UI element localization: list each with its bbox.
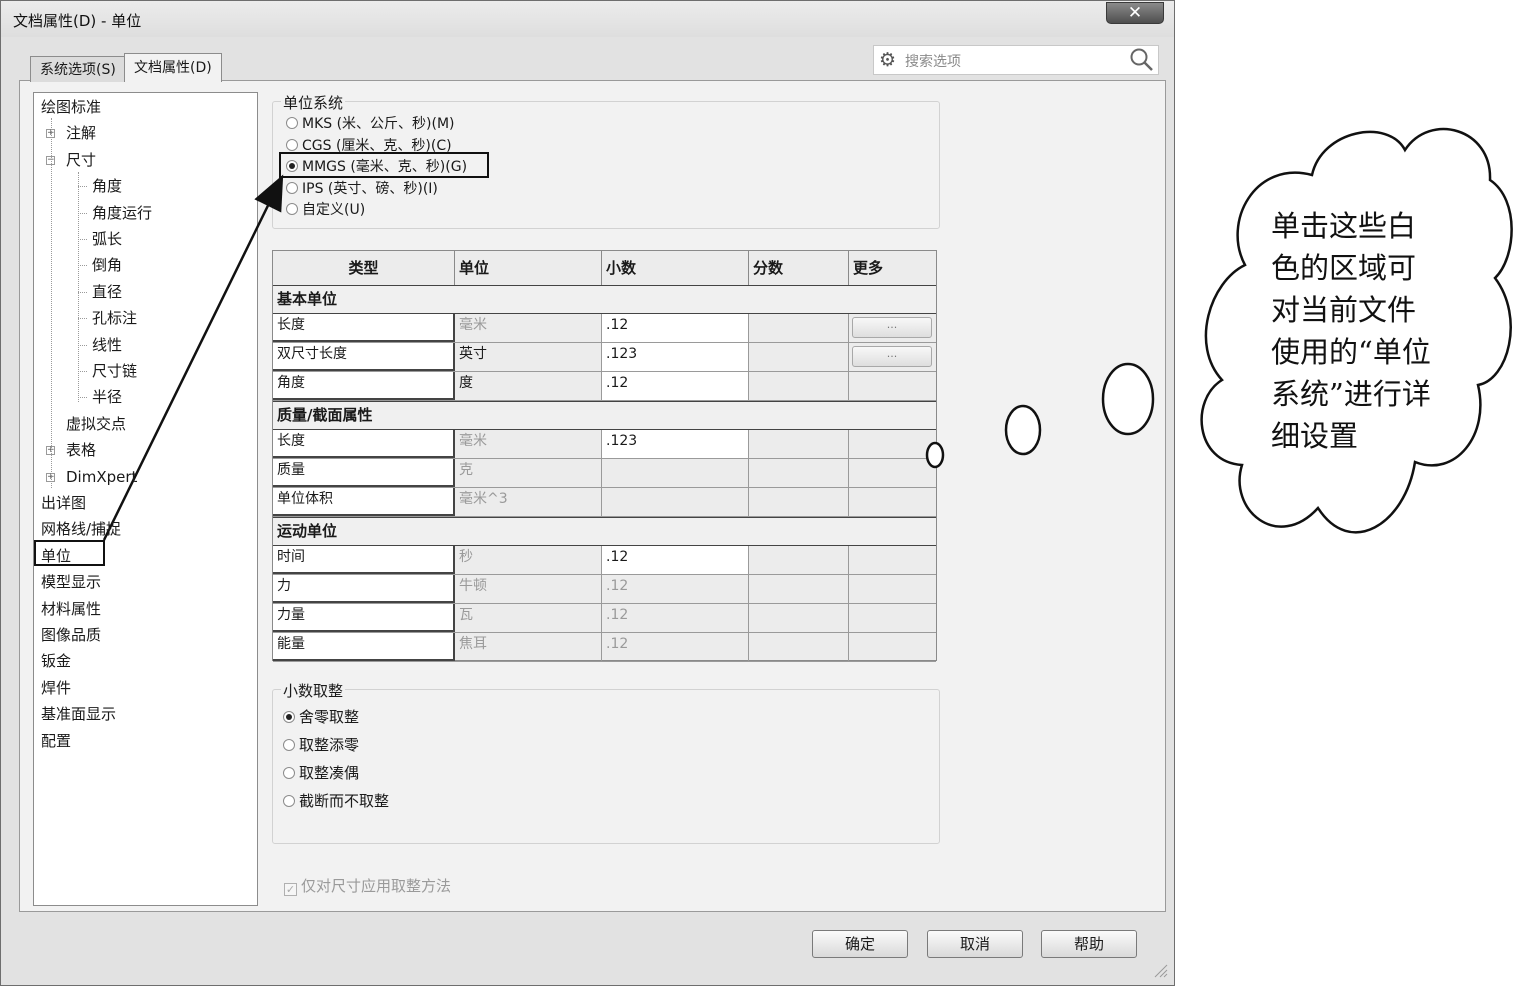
- radio-label: CGS (厘米、克、秒)(C): [302, 137, 452, 154]
- tree-item[interactable]: 孔标注: [92, 308, 137, 328]
- radio-button[interactable]: [283, 795, 295, 807]
- tree-item[interactable]: 角度: [92, 176, 122, 196]
- unit-system-radio[interactable]: IPS (英寸、磅、秒)(I): [286, 180, 438, 198]
- radio-label: 自定义(U): [302, 202, 366, 218]
- unit-system-radio[interactable]: MKS (米、公斤、秒)(M): [286, 115, 455, 133]
- tree-connector: [78, 397, 87, 399]
- tree-connector: [78, 291, 87, 293]
- tree-connector: [78, 239, 87, 240]
- unit-system-radio[interactable]: CGS (厘米、克、秒)(C): [286, 137, 452, 155]
- callout-text: 单击这些白色的区域可对当前文件使用的“单位系统”进行详细设置: [1271, 209, 1431, 453]
- rounding-radio[interactable]: 舍零取整: [283, 708, 359, 726]
- unit-system-radio[interactable]: MMGS (毫米、克、秒)(G): [286, 158, 467, 176]
- tree-item[interactable]: 表格: [66, 440, 96, 460]
- tree-item[interactable]: 出详图: [41, 493, 86, 513]
- tree-item[interactable]: 注解: [66, 123, 96, 143]
- annotation-overlay: [102, 127, 1513, 541]
- radio-button[interactable]: [286, 181, 298, 194]
- tree-item[interactable]: 绘图标准: [41, 97, 101, 117]
- unit-system-radio[interactable]: 自定义(U): [286, 201, 365, 219]
- tree-item[interactable]: 尺寸链: [92, 361, 137, 381]
- radio-button[interactable]: [286, 117, 298, 129]
- tree-item[interactable]: 网格线/捕捉: [41, 519, 121, 539]
- radio-button[interactable]: [286, 160, 298, 172]
- tree-connector: [78, 344, 87, 346]
- rounding-radio[interactable]: 截断而不取整: [283, 792, 389, 810]
- tree-item[interactable]: 虚拟交点: [66, 414, 126, 434]
- rounding-radio[interactable]: 取整添零: [283, 736, 359, 754]
- tree-item[interactable]: 弧长: [92, 229, 122, 249]
- tree-item[interactable]: 角度运行: [92, 203, 152, 223]
- tree-item[interactable]: 钣金: [41, 651, 71, 671]
- tree-item[interactable]: 焊件: [41, 678, 71, 698]
- radio-label: 取整凑偶: [299, 764, 360, 782]
- tree-item[interactable]: 模型显示: [41, 572, 101, 592]
- tree-connector: [51, 118, 52, 488]
- radio-label: IPS (英寸、磅、秒)(I): [302, 180, 438, 197]
- radio-button[interactable]: [286, 203, 298, 215]
- radio-button[interactable]: [283, 711, 295, 723]
- tree-connector: [78, 212, 87, 214]
- radio-button[interactable]: [286, 138, 298, 151]
- radio-label: MMGS (毫米、克、秒)(G): [302, 159, 468, 175]
- tree-item[interactable]: 直径: [92, 282, 122, 302]
- radio-label: 取整添零: [299, 736, 360, 754]
- radio-button[interactable]: [283, 767, 295, 779]
- thought-bubble-small: [925, 441, 945, 469]
- thought-bubble-medium: [1004, 404, 1042, 456]
- tree-connector: [78, 318, 87, 320]
- tree-item[interactable]: 尺寸: [66, 150, 96, 170]
- radio-label: 舍零取整: [299, 708, 360, 726]
- tree-item[interactable]: 基准面显示: [41, 704, 116, 724]
- rounding-radio[interactable]: 取整凑偶: [283, 764, 359, 782]
- tree-item[interactable]: 材料属性: [41, 599, 101, 619]
- tree-item[interactable]: 图像品质: [41, 625, 101, 645]
- tree-item[interactable]: 半径: [92, 387, 122, 407]
- tree-item[interactable]: 线性: [92, 335, 122, 355]
- tree-item[interactable]: 配置: [41, 731, 71, 751]
- radio-button[interactable]: [283, 739, 295, 751]
- radio-label: MKS (米、公斤、秒)(M): [302, 116, 455, 132]
- tree-connector: [78, 265, 87, 267]
- tree-item[interactable]: 倒角: [92, 255, 122, 275]
- tree-connector: [78, 172, 79, 402]
- radio-label: 截断而不取整: [299, 792, 390, 810]
- tree-item[interactable]: DimXpert: [66, 467, 137, 487]
- tree-item[interactable]: 单位: [41, 546, 71, 566]
- thought-bubble-large: [1101, 362, 1155, 436]
- tree-connector: [78, 186, 87, 188]
- tree-connector: [78, 371, 87, 372]
